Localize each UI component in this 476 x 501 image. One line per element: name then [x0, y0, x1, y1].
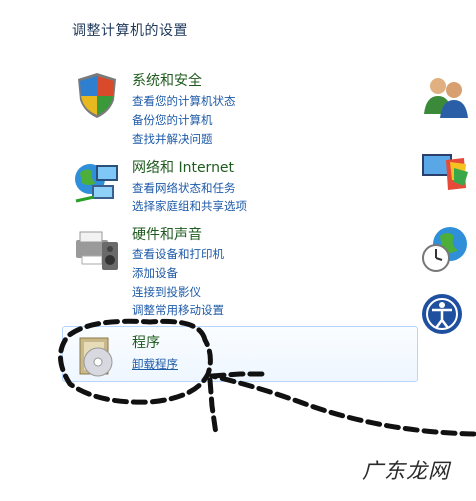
- link-find-fix-problems[interactable]: 查找并解决问题: [132, 131, 213, 147]
- appearance-icon[interactable]: [420, 148, 470, 198]
- page-title: 调整计算机的设置: [72, 23, 188, 39]
- link-view-network-status[interactable]: 查看网络状态和任务: [132, 180, 236, 196]
- link-devices-printers[interactable]: 查看设备和打印机: [132, 246, 224, 262]
- link-add-device[interactable]: 添加设备: [132, 265, 178, 281]
- link-uninstall-program[interactable]: 卸载程序: [132, 356, 178, 372]
- programs-disc-icon[interactable]: [72, 332, 122, 382]
- shield-icon[interactable]: [72, 70, 122, 120]
- link-view-computer-status[interactable]: 查看您的计算机状态: [132, 93, 236, 109]
- link-connect-projector[interactable]: 连接到投影仪: [132, 284, 201, 300]
- link-homegroup-sharing[interactable]: 选择家庭组和共享选项: [132, 198, 247, 214]
- category-title[interactable]: 系统和安全: [132, 70, 202, 90]
- clock-globe-icon[interactable]: [420, 224, 470, 274]
- link-mobility-settings[interactable]: 调整常用移动设置: [132, 302, 224, 318]
- watermark: 广东龙网: [362, 459, 450, 483]
- category-title[interactable]: 网络和 Internet: [132, 157, 234, 177]
- link-backup-computer[interactable]: 备份您的计算机: [132, 112, 213, 128]
- printer-speaker-icon[interactable]: [72, 224, 122, 274]
- ease-of-access-icon[interactable]: [420, 290, 470, 340]
- category-title[interactable]: 程序: [132, 332, 160, 352]
- category-title[interactable]: 硬件和声音: [132, 224, 202, 244]
- user-accounts-icon[interactable]: [420, 72, 470, 122]
- network-globe-icon[interactable]: [72, 157, 122, 207]
